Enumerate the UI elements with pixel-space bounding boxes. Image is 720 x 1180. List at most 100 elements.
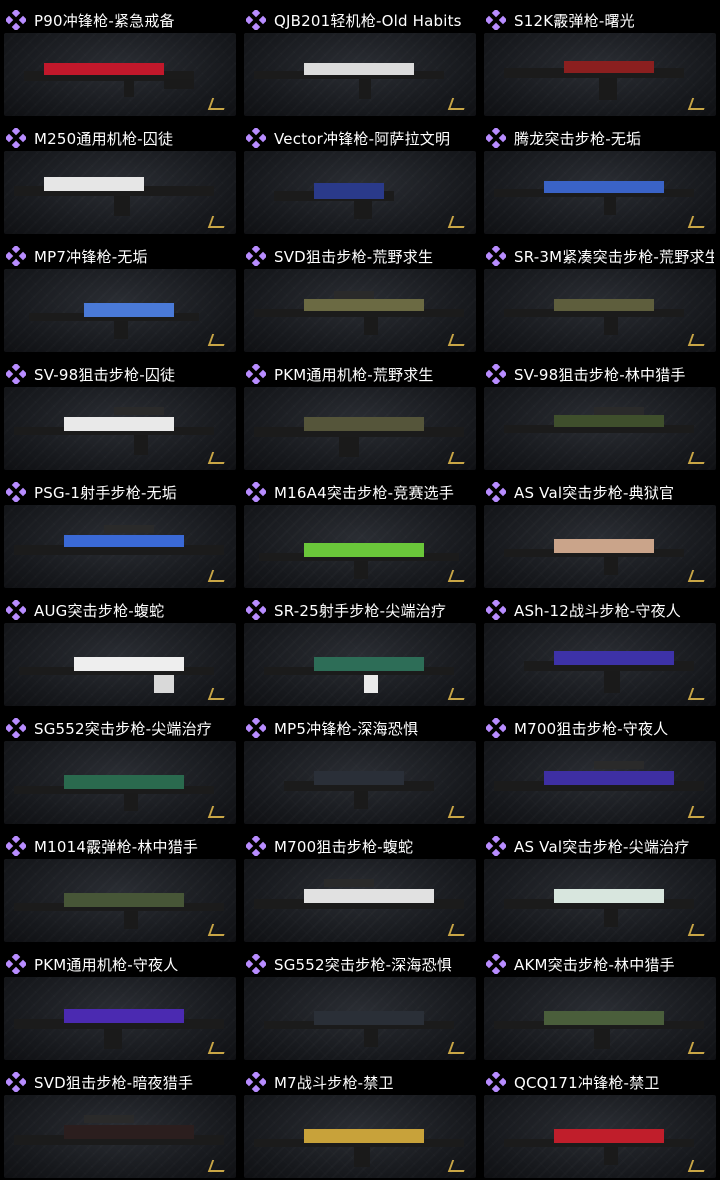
skin-preview [484,1095,716,1178]
diamond-icon [246,600,266,620]
weapon-shape [19,657,214,693]
skin-title-text: SV-98狙击步枪-林中猎手 [514,365,686,384]
skin-title-text: PKM通用机枪-荒野求生 [274,365,434,384]
diamond-icon [6,836,26,856]
skin-preview [4,387,236,470]
weapon-illustration [504,539,684,575]
weapon-skin-color-bar [304,299,424,311]
weapon-illustration [494,181,694,215]
diamond-icon [486,10,506,30]
skin-card[interactable]: SR-3M紧凑突击步枪-荒野求生 [480,236,720,354]
weapon-illustration [254,879,464,909]
weapon-shape [264,1011,454,1047]
skin-card[interactable]: Vector冲锋枪-阿萨拉文明 [240,118,480,236]
weapon-skin-color-bar [64,1009,184,1023]
skin-card[interactable]: AUG突击步枪-蝮蛇 [0,590,240,708]
diamond-icon [246,128,266,148]
diamond-icon [6,954,26,974]
skin-card[interactable]: QCQ171冲锋枪-禁卫 [480,1062,720,1180]
skin-card[interactable]: P90冲锋枪-紧急戒备 [0,0,240,118]
skin-preview [244,859,476,942]
skin-title-text: QCQ171冲锋枪-禁卫 [514,1073,660,1092]
weapon-skin-color-bar [74,657,184,671]
skin-card[interactable]: PSG-1射手步枪-无垢 [0,472,240,590]
skin-preview [244,505,476,588]
skin-title-text: SG552突击步枪-尖端治疗 [34,719,212,738]
skin-title: S12K霰弹枪-曙光 [486,8,714,32]
diamond-icon [486,482,506,502]
weapon-skin-color-bar [304,417,424,431]
skin-title: M700狙击步枪-蝮蛇 [246,834,474,858]
skin-title-text: SV-98狙击步枪-囚徒 [34,365,176,384]
skin-card[interactable]: PKM通用机枪-荒野求生 [240,354,480,472]
weapon-skin-color-bar [304,63,414,75]
weapon-skin-color-bar [554,651,674,665]
diamond-icon [246,1072,266,1092]
weapon-shape [524,651,694,693]
diamond-icon [486,600,506,620]
skin-card[interactable]: S12K霰弹枪-曙光 [480,0,720,118]
skin-title: SG552突击步枪-深海恐惧 [246,952,474,976]
diamond-icon [6,364,26,384]
weapon-skin-color-bar [44,63,164,75]
skin-card[interactable]: AKM突击步枪-林中猎手 [480,944,720,1062]
skin-card[interactable]: SV-98狙击步枪-囚徒 [0,354,240,472]
skin-card[interactable]: QJB201轻机枪-Old Habits [240,0,480,118]
skin-card[interactable]: M1014霰弹枪-林中猎手 [0,826,240,944]
skin-preview [4,977,236,1060]
weapon-skin-color-bar [554,539,654,553]
weapon-illustration [524,651,694,693]
skin-card[interactable]: M700狙击步枪-守夜人 [480,708,720,826]
weapon-illustration [14,775,214,811]
skin-title: AS Val突击步枪-尖端治疗 [486,834,714,858]
skin-card[interactable]: SG552突击步枪-尖端治疗 [0,708,240,826]
diamond-icon [6,482,26,502]
skin-title-text: QJB201轻机枪-Old Habits [274,11,462,30]
weapon-shape [24,63,194,97]
skin-preview [484,859,716,942]
skin-card[interactable]: M250通用机枪-囚徒 [0,118,240,236]
weapon-skin-color-bar [304,1129,424,1143]
weapon-shape [504,1129,694,1165]
weapon-shape [14,525,224,555]
skin-title: QJB201轻机枪-Old Habits [246,8,474,32]
skin-card[interactable]: AS Val突击步枪-典狱官 [480,472,720,590]
skin-title: QCQ171冲锋枪-禁卫 [486,1070,714,1094]
weapon-illustration [504,61,684,100]
weapon-illustration [19,657,214,693]
weapon-shape [254,291,464,335]
skin-title-text: M16A4突击步枪-竞赛选手 [274,483,455,502]
weapon-illustration [14,1115,224,1145]
weapon-illustration [29,303,199,339]
skin-card[interactable]: M16A4突击步枪-竞赛选手 [240,472,480,590]
skin-card[interactable]: M7战斗步枪-禁卫 [240,1062,480,1180]
skin-title: PKM通用机枪-荒野求生 [246,362,474,386]
diamond-icon [486,364,506,384]
weapon-skin-color-bar [554,415,664,427]
skin-card[interactable]: SG552突击步枪-深海恐惧 [240,944,480,1062]
skin-title-text: M250通用机枪-囚徒 [34,129,174,148]
skin-preview [484,269,716,352]
skin-title-text: MP7冲锋枪-无垢 [34,247,148,266]
skin-title: SV-98狙击步枪-林中猎手 [486,362,714,386]
skin-title: PKM通用机枪-守夜人 [6,952,234,976]
skin-card[interactable]: SVD狙击步枪-暗夜猎手 [0,1062,240,1180]
skin-card[interactable]: PKM通用机枪-守夜人 [0,944,240,1062]
skin-preview [4,1095,236,1178]
skin-card[interactable]: ASh-12战斗步枪-守夜人 [480,590,720,708]
skin-preview [484,505,716,588]
weapon-skin-color-bar [304,543,424,557]
skin-card[interactable]: SR-25射手步枪-尖端治疗 [240,590,480,708]
skin-card[interactable]: SVD狙击步枪-荒野求生 [240,236,480,354]
skin-card[interactable]: AS Val突击步枪-尖端治疗 [480,826,720,944]
skin-card[interactable]: SV-98狙击步枪-林中猎手 [480,354,720,472]
skin-card[interactable]: MP5冲锋枪-深海恐惧 [240,708,480,826]
diamond-icon [486,1072,506,1092]
skin-card[interactable]: 腾龙突击步枪-无垢 [480,118,720,236]
weapon-illustration [14,893,224,929]
weapon-shape [254,879,464,909]
skin-card[interactable]: M700狙击步枪-蝮蛇 [240,826,480,944]
weapon-skin-color-bar [84,303,174,317]
diamond-icon [486,718,506,738]
skin-card[interactable]: MP7冲锋枪-无垢 [0,236,240,354]
